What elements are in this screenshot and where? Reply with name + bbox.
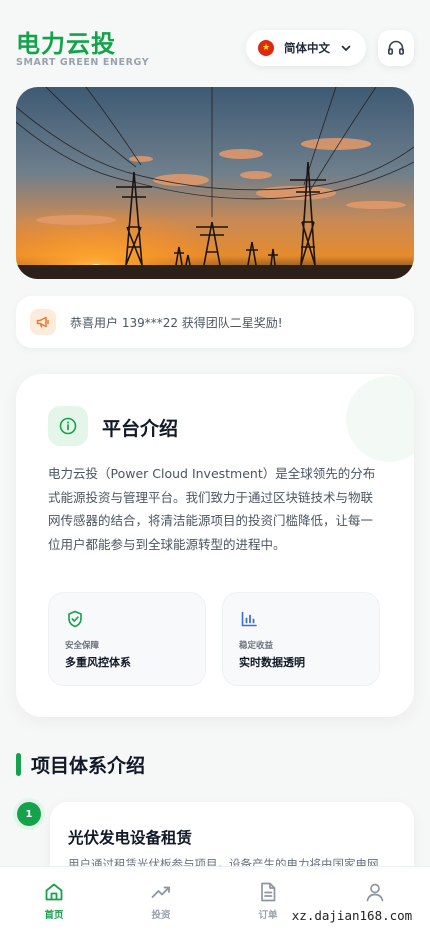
tab-label: 订单	[258, 910, 278, 921]
brand-subtitle: SMART GREEN ENERGY	[16, 57, 150, 68]
info-icon	[48, 406, 88, 446]
intro-title: 平台介绍	[102, 418, 179, 440]
hero-banner	[16, 87, 414, 279]
headset-icon	[387, 40, 405, 55]
announcement-bar[interactable]: 恭喜用户 139***22 获得团队二星奖励!	[16, 296, 414, 348]
document-icon	[261, 882, 276, 902]
tab-label: 投资	[151, 910, 171, 921]
shield-check-icon	[68, 610, 82, 628]
tab-label: 首页	[44, 910, 64, 921]
china-flag-icon: ★	[258, 40, 274, 56]
feature-card-security: 安全保障 多重风控体系	[48, 592, 206, 686]
bar-chart-icon	[241, 611, 257, 627]
chevron-down-icon	[341, 45, 351, 51]
brand-title: 电力云投	[16, 30, 116, 58]
header: 电力云投 SMART GREEN ENERGY ★ 简体中文	[0, 0, 430, 82]
user-icon	[366, 883, 384, 902]
project-title: 光伏发电设备租赁	[68, 829, 193, 847]
feature-label: 安全保障	[65, 641, 100, 651]
customer-service-button[interactable]	[378, 30, 414, 66]
tab-home[interactable]: 首页	[24, 881, 84, 925]
feature-value: 多重风控体系	[65, 656, 131, 669]
megaphone-icon	[30, 309, 56, 335]
intro-body: 电力云投（Power Cloud Investment）是全球领先的分布式能源投…	[48, 466, 376, 552]
announcement-text: 恭喜用户 139***22 获得团队二星奖励!	[70, 315, 283, 330]
decorative-glow	[346, 376, 414, 462]
feature-label: 稳定收益	[239, 641, 274, 651]
power-towers-sunset-image	[16, 87, 414, 279]
feature-value: 实时数据透明	[239, 656, 305, 669]
platform-intro-card: 平台介绍 电力云投（Power Cloud Investment）是全球领先的分…	[16, 374, 414, 717]
section-title: 项目体系介绍	[31, 754, 146, 777]
watermark-overlay: xz.dajian168.com	[279, 903, 425, 927]
language-label: 简体中文	[284, 41, 330, 55]
step-number-badge: 1	[17, 802, 41, 826]
section-accent-bar	[16, 752, 21, 776]
trending-up-icon	[151, 886, 170, 898]
project-section-header: 项目体系介绍	[16, 752, 146, 777]
tab-invest[interactable]: 投资	[131, 881, 191, 925]
language-selector[interactable]: ★ 简体中文	[246, 30, 366, 66]
feature-card-returns: 稳定收益 实时数据透明	[222, 592, 380, 686]
home-icon	[45, 883, 63, 901]
